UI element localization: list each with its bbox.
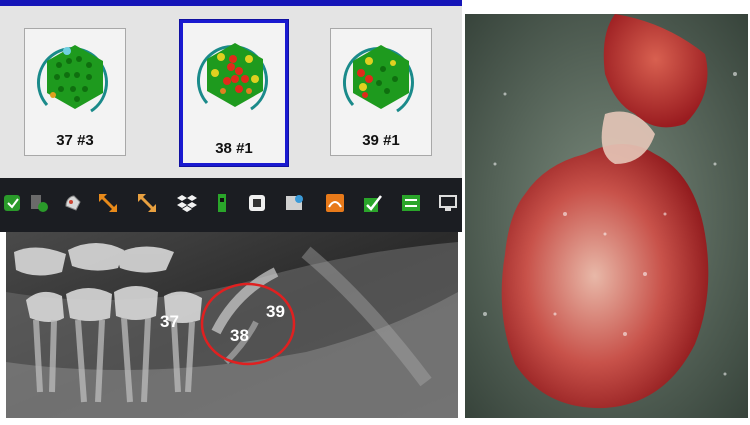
tooth-chart-39 [342, 45, 414, 113]
tooth-label: 37 #3 [56, 132, 94, 149]
toolbar [0, 178, 462, 232]
transfer-icon[interactable] [400, 192, 422, 214]
user-check-icon[interactable] [28, 192, 50, 214]
tooth-thumbnail-38[interactable]: 38 #1 [179, 19, 289, 167]
check-icon[interactable] [2, 192, 24, 214]
extracted-tissue-photo [465, 14, 748, 418]
monitor-icon[interactable] [437, 192, 459, 214]
dropbox-icon[interactable] [176, 192, 198, 214]
image-export-icon[interactable] [324, 192, 346, 214]
tooth-thumbnail-39[interactable]: 39 #1 [330, 28, 432, 156]
dental-software-panel: 37 #3 38 #1 39 #1 37 38 39 [0, 0, 462, 425]
tooth-chart-strip: 37 #3 38 #1 39 #1 [0, 6, 462, 178]
patient-card-icon[interactable] [284, 192, 306, 214]
panoramic-xray-image: 37 38 39 [6, 232, 458, 418]
tooth-chart-37 [36, 45, 108, 113]
approve-icon[interactable] [362, 192, 384, 214]
reader-icon[interactable] [246, 192, 268, 214]
tooth-number-label: 37 [160, 312, 179, 331]
tooth-label: 38 #1 [215, 140, 253, 157]
tooth-thumbnail-37[interactable]: 37 #3 [24, 28, 126, 156]
tooth-number-label: 38 [230, 326, 249, 345]
tooth-number-label: 39 [266, 302, 285, 321]
resize-icon[interactable] [97, 192, 119, 214]
resize-alt-icon[interactable] [136, 192, 158, 214]
tooth-chart-38 [196, 43, 268, 111]
tissue-specimen-graphic [465, 14, 748, 418]
scan-icon[interactable] [212, 192, 234, 214]
xray-graphic [6, 232, 458, 418]
hand-icon[interactable] [62, 192, 84, 214]
tooth-label: 39 #1 [362, 132, 400, 149]
